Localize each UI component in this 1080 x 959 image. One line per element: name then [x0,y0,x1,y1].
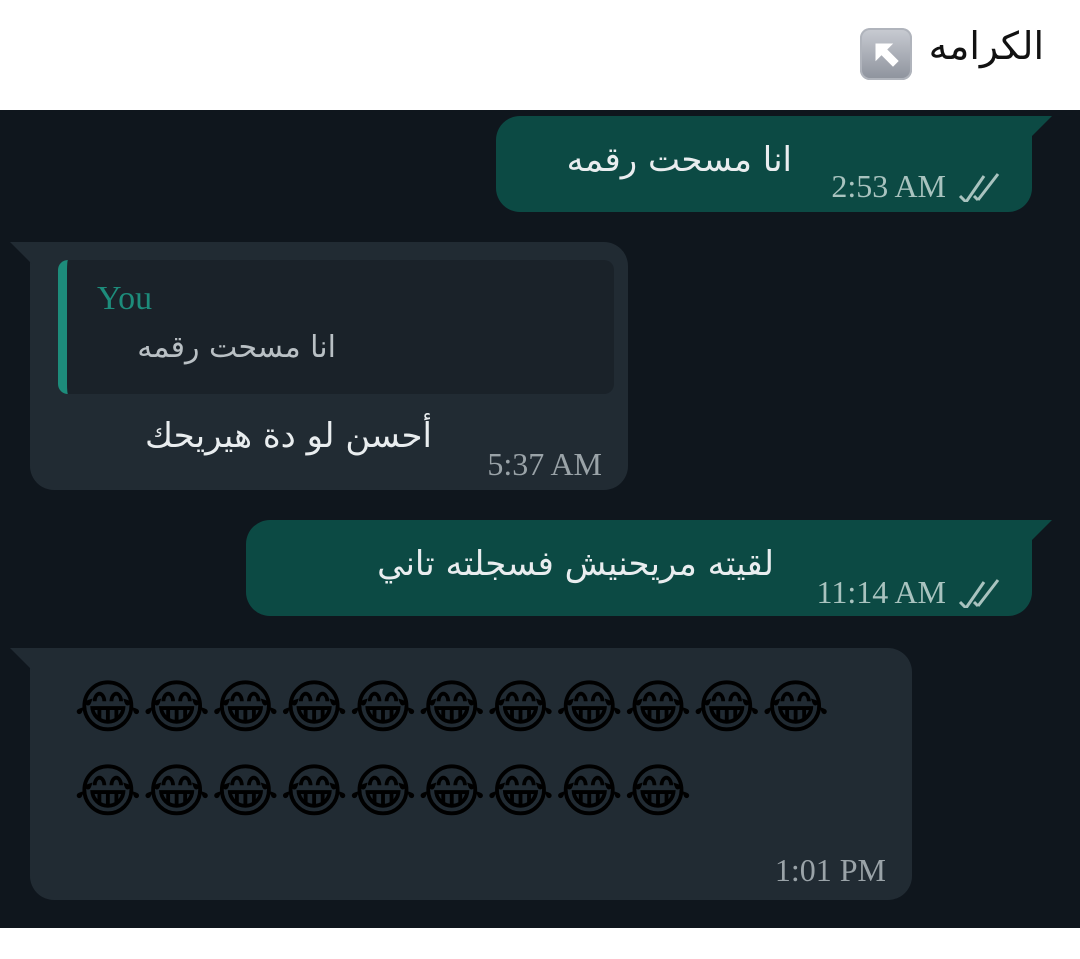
laughing-emoji-row: 😂😂😂😂😂😂😂😂😂😂😂 [74,673,831,741]
bubble-tail [1030,520,1052,542]
incoming-message-bubble[interactable]: You انا مسحت رقمه أحسن لو دة هيريحك 5:37… [10,242,628,490]
outgoing-message-bubble[interactable]: لقيته مريحنيش فسجلته تاني 11:14 AM [246,520,1052,616]
quote-author: You [97,280,153,317]
message-time: 11:14 AM [816,574,947,610]
laughing-emoji-row: 😂😂😂😂😂😂😂😂😂 [74,757,693,825]
chat-screen: انا مسحت رقمه 2:53 AM You انا مسحت رقمه … [0,110,1080,928]
bubble-tail [1030,116,1052,138]
outgoing-message-bubble[interactable]: انا مسحت رقمه 2:53 AM [496,116,1052,212]
post-caption-header: الكرامه [0,0,1080,110]
message-text: لقيته مريحنيش فسجلته تاني [377,544,774,584]
up-left-arrow-icon [860,28,912,80]
double-check-icon [958,172,1004,206]
bottom-margin [0,928,1080,959]
double-check-icon [958,578,1004,612]
message-text: انا مسحت رقمه [566,140,792,180]
message-time: 2:53 AM [831,168,946,204]
quoted-reply[interactable]: You انا مسحت رقمه [58,260,614,394]
bubble-tail [10,242,32,264]
incoming-message-bubble[interactable]: 😂😂😂😂😂😂😂😂😂😂😂 😂😂😂😂😂😂😂😂😂 1:01 PM [10,648,912,900]
bubble-tail [10,648,32,670]
quote-text: انا مسحت رقمه [137,330,336,365]
caption-text: الكرامه [928,24,1044,68]
message-time: 1:01 PM [774,852,886,888]
message-time: 5:37 AM [487,446,602,482]
message-text: أحسن لو دة هيريحك [145,416,432,456]
